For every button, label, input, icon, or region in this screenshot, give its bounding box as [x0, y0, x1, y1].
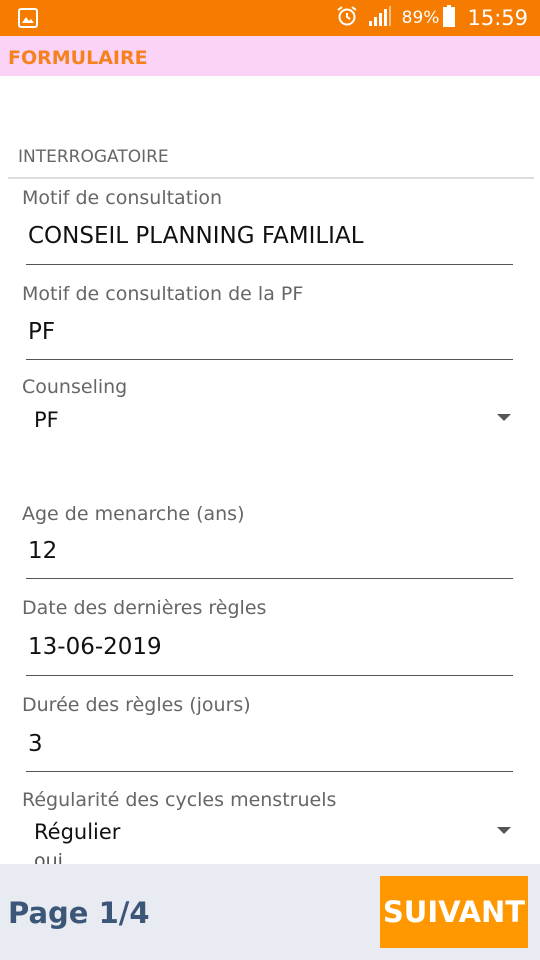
image-icon — [18, 8, 38, 28]
motif-pf-underline — [26, 359, 513, 360]
motif-pf-input[interactable]: PF — [28, 319, 55, 345]
chevron-down-icon[interactable] — [497, 827, 511, 834]
section-divider — [8, 177, 534, 179]
motif-underline — [26, 264, 513, 265]
regularite-dropdown[interactable]: Régulier — [34, 820, 120, 844]
battery-percent: 89% — [401, 8, 440, 28]
field-label-counseling: Counseling — [22, 376, 128, 398]
age-menarche-input[interactable]: 12 — [28, 538, 57, 564]
field-label-duree-regles: Durée des règles (jours) — [22, 694, 251, 716]
field-label-regularite: Régularité des cycles menstruels — [22, 789, 337, 811]
motif-input[interactable]: CONSEIL PLANNING FAMILIAL — [28, 223, 364, 249]
age-menarche-underline — [26, 578, 513, 579]
field-label-age-menarche: Age de menarche (ans) — [22, 503, 245, 525]
duree-regles-underline — [26, 771, 513, 772]
chevron-down-icon[interactable] — [497, 414, 511, 421]
regularite-next-option: oui — [34, 850, 63, 864]
date-regles-underline — [26, 675, 513, 676]
status-bar: 89% 15:59 — [0, 0, 540, 36]
duree-regles-input[interactable]: 3 — [28, 731, 43, 757]
battery-icon — [443, 4, 456, 32]
section-title: INTERROGATOIRE — [18, 147, 169, 167]
signal-icon — [368, 5, 392, 32]
field-label-motif: Motif de consultation — [22, 187, 223, 209]
clock: 15:59 — [467, 6, 528, 30]
app-bar: FORMULAIRE — [0, 36, 540, 76]
page-indicator: Page 1/4 — [8, 896, 150, 930]
date-regles-input[interactable]: 13-06-2019 — [28, 634, 162, 660]
bottom-bar: Page 1/4 SUIVANT — [0, 864, 540, 960]
app-title: FORMULAIRE — [8, 47, 148, 69]
counseling-dropdown[interactable]: PF — [34, 408, 59, 432]
field-label-date-regles: Date des dernières règles — [22, 597, 267, 619]
field-label-motif-pf: Motif de consultation de la PF — [22, 283, 304, 305]
next-button[interactable]: SUIVANT — [380, 876, 528, 948]
alarm-icon — [336, 5, 358, 32]
